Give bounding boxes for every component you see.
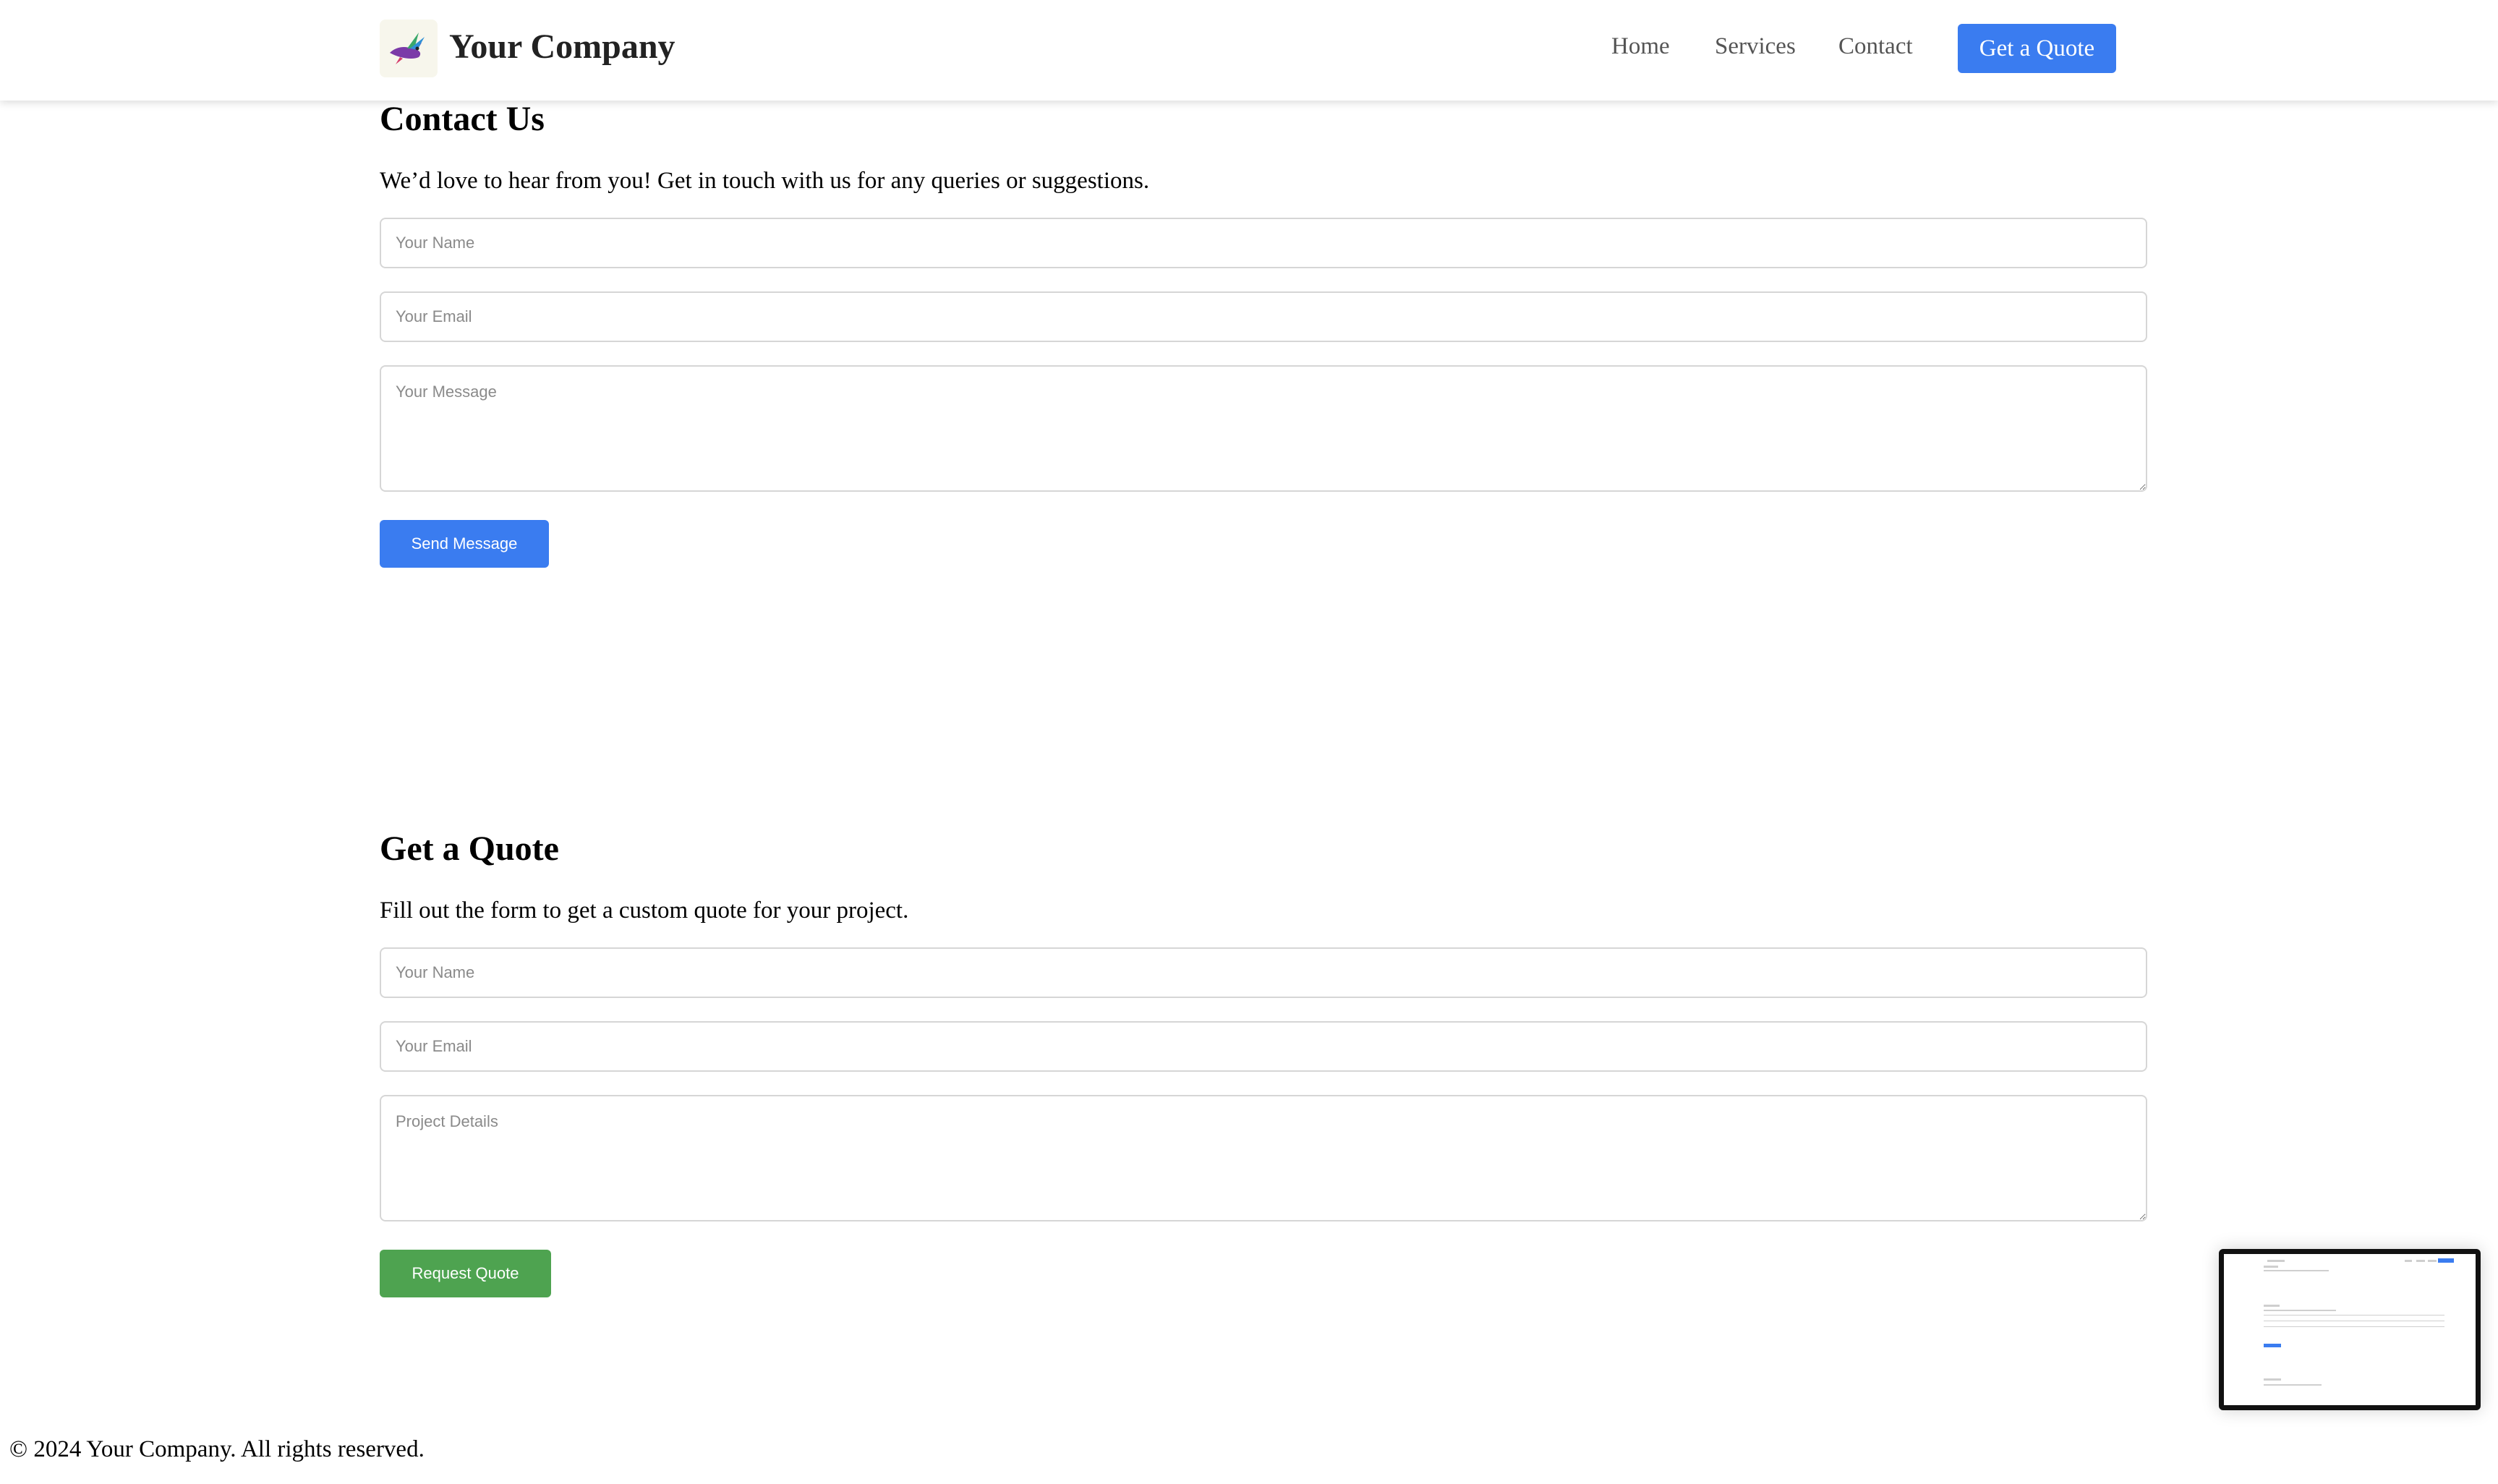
quote-email-input[interactable] [380, 1021, 2147, 1072]
brand-name[interactable]: Your Company [449, 25, 675, 69]
quote-section-title: Get a Quote [380, 830, 559, 868]
contact-name-input[interactable] [380, 218, 2147, 268]
contact-section-description: We’d love to hear from you! Get in touch… [380, 168, 1150, 194]
nav-link-services[interactable]: Services [1715, 30, 1796, 62]
bird-logo-icon[interactable] [380, 20, 438, 77]
nav-link-home[interactable]: Home [1611, 30, 1670, 62]
request-quote-button[interactable]: Request Quote [380, 1250, 551, 1297]
send-message-button[interactable]: Send Message [380, 520, 549, 568]
get-a-quote-button[interactable]: Get a Quote [1958, 24, 2116, 73]
site-header: Your Company Home Services Contact Get a… [0, 0, 2498, 101]
page-preview-thumbnail[interactable] [2219, 1249, 2481, 1410]
footer-copyright: © 2024 Your Company. All rights reserved… [9, 1436, 425, 1462]
contact-email-input[interactable] [380, 291, 2147, 342]
quote-section-description: Fill out the form to get a custom quote … [380, 897, 909, 924]
project-details-textarea[interactable] [380, 1095, 2147, 1221]
contact-section-title: Contact Us [380, 100, 545, 138]
contact-message-textarea[interactable] [380, 365, 2147, 492]
quote-name-input[interactable] [380, 947, 2147, 998]
nav-link-contact[interactable]: Contact [1838, 30, 1913, 62]
